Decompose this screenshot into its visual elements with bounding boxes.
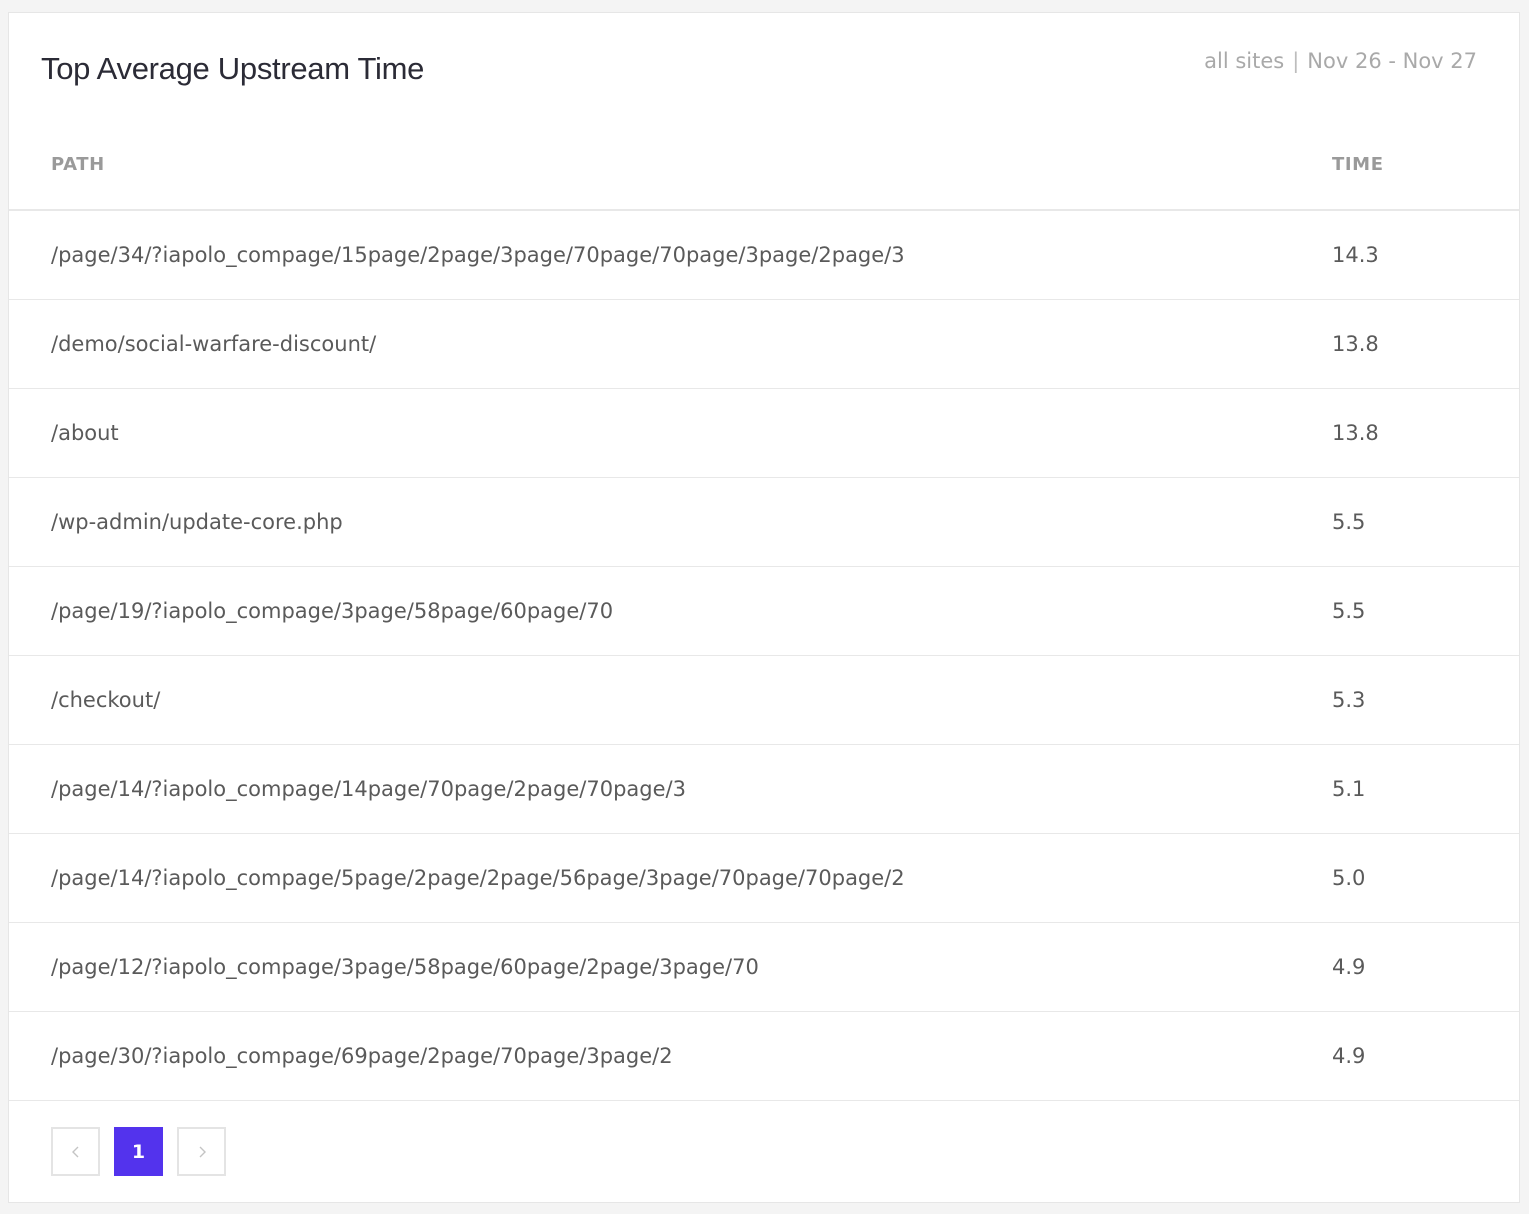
table-row: /page/14/?iapolo_compage/14page/70page/2… xyxy=(9,744,1519,834)
table-row: /demo/social-warfare-discount/ 13.8 xyxy=(9,299,1519,389)
page-button-current[interactable]: 1 xyxy=(114,1127,163,1176)
table-row: /checkout/ 5.3 xyxy=(9,655,1519,745)
date-range: Nov 26 - Nov 27 xyxy=(1307,49,1477,73)
row-time: 5.5 xyxy=(1332,477,1519,567)
upstream-time-card: Top Average Upstream Time all sites | Nov … xyxy=(8,12,1520,1203)
row-path: /about xyxy=(9,388,1332,478)
table-row: /page/34/?iapolo_compage/15page/2page/3p… xyxy=(9,210,1519,300)
row-path: /page/14/?iapolo_compage/5page/2page/2pa… xyxy=(9,833,1332,923)
row-path: /page/30/?iapolo_compage/69page/2page/70… xyxy=(9,1011,1332,1101)
card-meta: all sites | Nov 26 - Nov 27 xyxy=(1204,47,1477,75)
column-header-time: TIME xyxy=(1332,120,1519,211)
card-title: Top Average Upstream Time xyxy=(41,51,425,86)
row-time: 13.8 xyxy=(1332,299,1519,389)
row-time: 14.3 xyxy=(1332,210,1519,300)
previous-page-button[interactable] xyxy=(51,1127,100,1176)
column-header-path: PATH xyxy=(9,120,1332,211)
row-path: /checkout/ xyxy=(9,655,1332,745)
row-time: 5.3 xyxy=(1332,655,1519,745)
chevron-right-icon xyxy=(197,1145,207,1159)
table-row: /wp-admin/update-core.php 5.5 xyxy=(9,477,1519,567)
row-time: 4.9 xyxy=(1332,1011,1519,1101)
table-header-row: PATH TIME xyxy=(9,120,1519,211)
upstream-time-table: PATH TIME /page/34/?iapolo_compage/15pag… xyxy=(9,120,1519,1101)
row-path: /demo/social-warfare-discount/ xyxy=(9,299,1332,389)
table-row: /page/30/?iapolo_compage/69page/2page/70… xyxy=(9,1011,1519,1101)
row-path: /wp-admin/update-core.php xyxy=(9,477,1332,567)
card-header: Top Average Upstream Time all sites | Nov … xyxy=(9,13,1519,133)
pagination: 1 xyxy=(51,1127,226,1176)
row-path: /page/14/?iapolo_compage/14page/70page/2… xyxy=(9,744,1332,834)
meta-separator: | xyxy=(1292,49,1300,73)
row-time: 4.9 xyxy=(1332,922,1519,1012)
row-time: 5.0 xyxy=(1332,833,1519,923)
table-row: /about 13.8 xyxy=(9,388,1519,478)
next-page-button[interactable] xyxy=(177,1127,226,1176)
table-row: /page/14/?iapolo_compage/5page/2page/2pa… xyxy=(9,833,1519,923)
site-scope: all sites xyxy=(1204,49,1285,73)
row-path: /page/19/?iapolo_compage/3page/58page/60… xyxy=(9,566,1332,656)
row-time: 5.1 xyxy=(1332,744,1519,834)
chevron-left-icon xyxy=(71,1145,81,1159)
table-row: /page/12/?iapolo_compage/3page/58page/60… xyxy=(9,922,1519,1012)
row-time: 5.5 xyxy=(1332,566,1519,656)
row-path: /page/34/?iapolo_compage/15page/2page/3p… xyxy=(9,210,1332,300)
row-path: /page/12/?iapolo_compage/3page/58page/60… xyxy=(9,922,1332,1012)
row-time: 13.8 xyxy=(1332,388,1519,478)
table-row: /page/19/?iapolo_compage/3page/58page/60… xyxy=(9,566,1519,656)
